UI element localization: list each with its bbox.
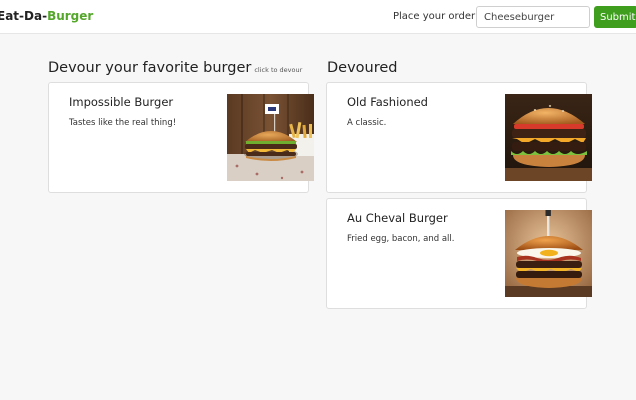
burger-name: Au Cheval Burger [347,211,448,225]
burger-photo-egg-icon [505,210,592,297]
devour-hint: click to devour [254,66,303,74]
submit-button[interactable]: Submit [594,6,636,28]
brand-prefix: Eat-Da- [0,9,48,23]
burger-card-impossible[interactable]: Impossible Burger Tastes like the real t… [48,82,314,193]
burger-image [505,94,592,181]
burger-card-au-cheval[interactable]: Au Cheval Burger Fried egg, bacon, and a… [326,198,592,309]
burger-image [505,210,592,297]
devoured-heading: Devoured [327,60,398,76]
burger-photo-double-icon [505,94,592,181]
burger-description: A classic. [347,118,387,128]
brand-logo[interactable]: Eat-Da-Burger [0,9,93,23]
burger-name: Old Fashioned [347,95,428,109]
order-input[interactable] [476,6,590,28]
order-label: Place your order: [393,11,479,22]
burger-card-old-fashioned[interactable]: Old Fashioned A classic. [326,82,592,193]
brand-accent: Burger [47,9,94,23]
burger-image [227,94,314,181]
menu-heading-text: Devour your favorite burger [48,60,252,76]
burger-description: Tastes like the real thing! [69,118,177,128]
navbar: Eat-Da-Burger Place your order: Submit [0,0,636,34]
burger-name: Impossible Burger [69,95,174,109]
menu-heading: Devour your favorite burger click to devo… [48,60,302,76]
burger-description: Fried egg, bacon, and all. [347,234,455,244]
burger-photo-flag-icon [227,94,314,181]
